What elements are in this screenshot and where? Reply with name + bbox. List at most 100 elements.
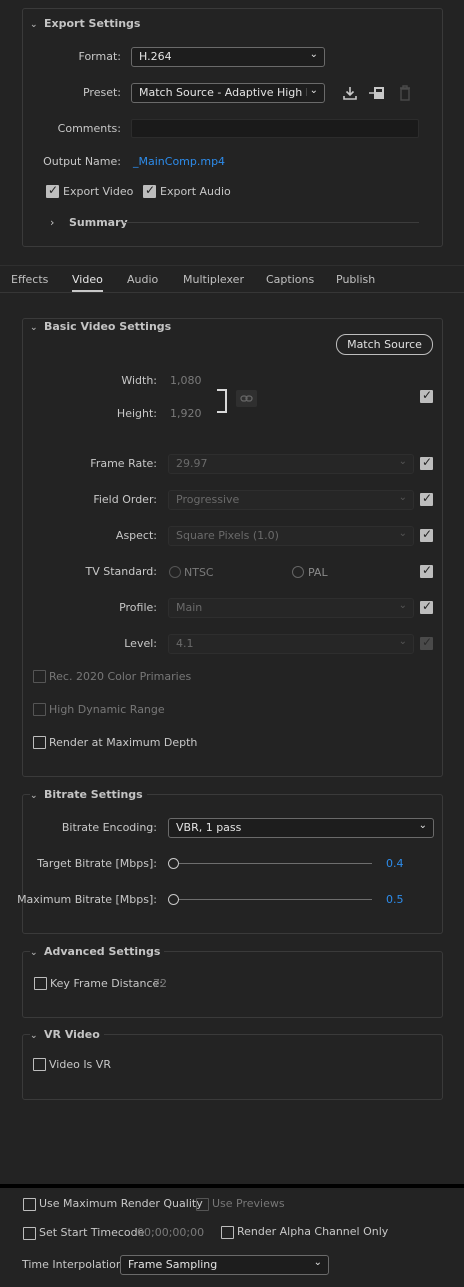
target-bitrate-knob[interactable] [168, 858, 179, 869]
key-frame-label[interactable]: Key Frame Distance: [50, 977, 163, 990]
rec2020-checkbox[interactable] [33, 670, 46, 683]
advanced-title: Advanced Settings [44, 945, 161, 958]
frame-rate-override-checkbox[interactable] [420, 455, 433, 470]
summary-toggle[interactable]: › Summary [50, 216, 128, 229]
aspect-label: Aspect: [115, 529, 157, 542]
bitrate-encoding-label: Bitrate Encoding: [61, 821, 157, 834]
export-settings-title: Export Settings [44, 17, 141, 30]
pal-label[interactable]: PAL [308, 566, 328, 579]
key-frame-checkbox[interactable] [34, 977, 47, 990]
export-audio-label[interactable]: Export Audio [160, 185, 231, 198]
alpha-only-label[interactable]: Render Alpha Channel Only [237, 1225, 388, 1238]
export-video-label[interactable]: Export Video [63, 185, 133, 198]
alpha-only-checkbox[interactable] [221, 1226, 234, 1239]
export-video-checkbox[interactable] [46, 183, 59, 198]
level-dropdown[interactable]: 4.1 ⌄ [168, 634, 414, 654]
export-audio-checkbox[interactable] [143, 183, 156, 198]
preset-label: Preset: [82, 86, 121, 99]
profile-value: Main [176, 601, 203, 614]
level-override-checkbox[interactable] [420, 635, 433, 650]
target-bitrate-value[interactable]: 0.4 [386, 857, 404, 870]
chevron-right-icon: › [50, 216, 55, 229]
bitrate-encoding-value: VBR, 1 pass [176, 821, 242, 834]
export-settings-header[interactable]: ⌄ Export Settings [30, 17, 140, 30]
chevron-down-icon: ⌄ [398, 600, 407, 611]
tab-video[interactable]: Video [72, 273, 103, 292]
vr-header[interactable]: ⌄ VR Video [30, 1028, 104, 1041]
vr-title: VR Video [44, 1028, 100, 1041]
format-dropdown[interactable]: H.264 ⌄ [131, 47, 325, 67]
max-bitrate-knob[interactable] [168, 894, 179, 905]
hdr-label[interactable]: High Dynamic Range [49, 703, 165, 716]
basic-video-title: Basic Video Settings [44, 320, 172, 333]
hdr-checkbox[interactable] [33, 703, 46, 716]
advanced-header[interactable]: ⌄ Advanced Settings [30, 945, 165, 958]
level-value: 4.1 [176, 637, 194, 650]
rec2020-label[interactable]: Rec. 2020 Color Primaries [49, 670, 191, 683]
format-label: Format: [78, 50, 121, 63]
tab-audio[interactable]: Audio [127, 273, 158, 286]
frame-rate-label: Frame Rate: [90, 457, 157, 470]
aspect-override-checkbox[interactable] [420, 527, 433, 542]
chevron-down-icon: ⌄ [30, 948, 38, 958]
import-preset-icon[interactable] [341, 84, 359, 102]
height-label: Height: [116, 407, 157, 420]
summary-label: Summary [69, 216, 128, 229]
use-previews-checkbox[interactable] [196, 1198, 209, 1211]
max-depth-checkbox[interactable] [33, 736, 46, 749]
tv-standard-override-checkbox[interactable] [420, 563, 433, 578]
time-interp-dropdown[interactable]: Frame Sampling ⌄ [120, 1255, 329, 1275]
start-timecode-label[interactable]: Set Start Timecode [39, 1226, 144, 1239]
tabs-bottom-divider [0, 292, 464, 293]
chevron-down-icon: ⌄ [398, 636, 407, 647]
tab-publish[interactable]: Publish [336, 273, 375, 286]
key-frame-value[interactable]: 72 [153, 977, 167, 990]
max-render-quality-checkbox[interactable] [23, 1198, 36, 1211]
save-preset-icon[interactable] [367, 84, 387, 102]
format-value: H.264 [139, 50, 172, 63]
chevron-down-icon: ⌄ [313, 1257, 322, 1268]
chevron-down-icon: ⌄ [418, 820, 427, 831]
time-interp-value: Frame Sampling [128, 1258, 218, 1271]
ntsc-label[interactable]: NTSC [184, 566, 214, 579]
preset-dropdown[interactable]: Match Source - Adaptive High Bit... ⌄ [131, 83, 325, 103]
tabs-top-divider [0, 265, 464, 266]
chevron-down-icon: ⌄ [30, 20, 38, 30]
field-order-dropdown[interactable]: Progressive ⌄ [168, 490, 414, 510]
video-is-vr-label[interactable]: Video Is VR [49, 1058, 111, 1071]
use-previews-label[interactable]: Use Previews [212, 1197, 285, 1210]
field-order-override-checkbox[interactable] [420, 491, 433, 506]
max-bitrate-track[interactable] [174, 899, 372, 900]
ntsc-radio[interactable] [169, 566, 181, 578]
profile-override-checkbox[interactable] [420, 599, 433, 614]
max-bitrate-label: Maximum Bitrate [Mbps]: [17, 893, 157, 906]
start-timecode-value[interactable]: 00;00;00;00 [137, 1226, 204, 1239]
tab-effects[interactable]: Effects [11, 273, 48, 286]
tab-multiplexer[interactable]: Multiplexer [183, 273, 244, 286]
bitrate-encoding-dropdown[interactable]: VBR, 1 pass ⌄ [168, 818, 434, 838]
chevron-down-icon: ⌄ [30, 791, 38, 801]
link-dimensions-icon[interactable] [236, 390, 257, 407]
max-bitrate-value[interactable]: 0.5 [386, 893, 404, 906]
basic-video-header[interactable]: ⌄ Basic Video Settings [30, 320, 171, 333]
comments-input[interactable] [131, 119, 419, 138]
max-render-quality-label[interactable]: Use Maximum Render Quality [39, 1197, 203, 1210]
frame-rate-dropdown[interactable]: 29.97 ⌄ [168, 454, 414, 474]
trash-icon[interactable] [397, 84, 413, 102]
tab-captions[interactable]: Captions [266, 273, 314, 286]
target-bitrate-track[interactable] [174, 863, 372, 864]
output-name-link[interactable]: _MainComp.mp4 [133, 155, 225, 168]
height-value[interactable]: 1,920 [170, 407, 202, 420]
chevron-down-icon: ⌄ [398, 456, 407, 467]
match-source-button[interactable]: Match Source [336, 334, 433, 355]
pal-radio[interactable] [292, 566, 304, 578]
link-bracket [217, 389, 227, 413]
width-value[interactable]: 1,080 [170, 374, 202, 387]
start-timecode-checkbox[interactable] [23, 1227, 36, 1240]
width-height-override-checkbox[interactable] [420, 388, 433, 403]
profile-dropdown[interactable]: Main ⌄ [168, 598, 414, 618]
max-depth-label[interactable]: Render at Maximum Depth [49, 736, 197, 749]
aspect-dropdown[interactable]: Square Pixels (1.0) ⌄ [168, 526, 414, 546]
bitrate-header[interactable]: ⌄ Bitrate Settings [30, 788, 147, 801]
video-is-vr-checkbox[interactable] [33, 1058, 46, 1071]
